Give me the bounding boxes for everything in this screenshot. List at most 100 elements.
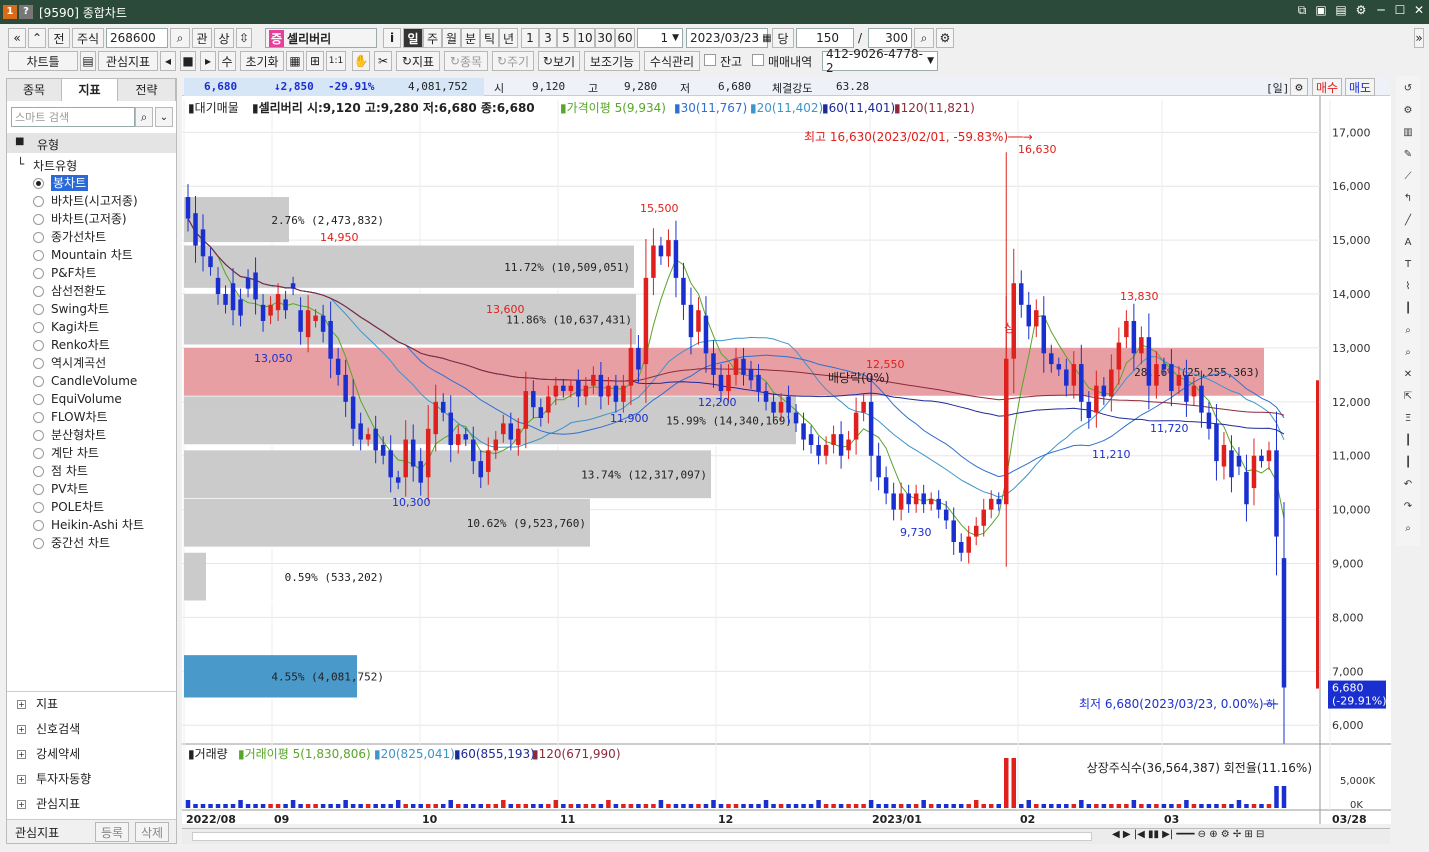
price-chart[interactable]: 17,000 16,000 15,000 14,000 13,000 12,000 11,0…: [182, 96, 1391, 824]
chart-type-item[interactable]: Heikin-Ashi 차트: [51, 517, 144, 533]
gear-icon[interactable]: ⚙: [936, 28, 954, 48]
su-button[interactable]: 수: [218, 51, 236, 71]
chart-type-radio[interactable]: [33, 358, 44, 369]
indicator-button[interactable]: ↻ 지표: [396, 51, 440, 71]
drawing-tool-icon[interactable]: ✕: [1398, 366, 1418, 384]
chart-type-radio[interactable]: [33, 178, 44, 189]
chart-type-item[interactable]: CandleVolume: [51, 373, 137, 389]
stock-name-field[interactable]: 증 셀리버리: [265, 28, 377, 48]
zoom-icon[interactable]: ⌕: [914, 28, 934, 48]
account-select[interactable]: 412-9026-4778-2 ▼: [822, 47, 938, 75]
first-button[interactable]: «: [8, 28, 26, 48]
chart-type-item[interactable]: POLE차트: [51, 499, 104, 515]
settings-icon[interactable]: ⚙: [1352, 3, 1370, 17]
trade-history-checkbox[interactable]: [752, 54, 764, 66]
stop-icon[interactable]: ■: [180, 51, 196, 71]
chart-type-item[interactable]: 계단 차트: [51, 445, 99, 461]
drawing-tool-icon[interactable]: ↶: [1398, 476, 1418, 494]
num-30[interactable]: 30: [595, 28, 615, 48]
buy-button[interactable]: 매수: [1312, 78, 1342, 96]
chart-type-radio[interactable]: [33, 394, 44, 405]
formula-button[interactable]: 수식관리: [644, 51, 700, 71]
tab-stock[interactable]: 종목: [7, 79, 62, 101]
chart-type-item[interactable]: 바차트(고저종): [51, 211, 127, 227]
section-item[interactable]: + 신호검색: [17, 720, 80, 737]
dropdown-icon[interactable]: ⌄: [155, 107, 173, 127]
chart-type-item[interactable]: Mountain 차트: [51, 247, 133, 263]
balance-checkbox[interactable]: [704, 54, 716, 66]
updown-icon[interactable]: ⇳: [236, 28, 252, 48]
chart-type-radio[interactable]: [33, 286, 44, 297]
expand-icon[interactable]: +: [17, 725, 26, 734]
scissors-icon[interactable]: ✂: [374, 51, 392, 71]
chart-type-radio[interactable]: [33, 520, 44, 531]
search-icon[interactable]: ⌕: [135, 107, 153, 127]
gwan-button[interactable]: 관: [192, 28, 212, 48]
chart-type-item[interactable]: 중간선 차트: [51, 535, 110, 551]
chart-type-radio[interactable]: [33, 214, 44, 225]
period-button[interactable]: ↻ 주기: [492, 51, 534, 71]
chart-type-item[interactable]: 종가선차트: [51, 229, 106, 245]
drawing-tool-icon[interactable]: ⟋: [1398, 168, 1418, 186]
next-icon[interactable]: ▸: [200, 51, 216, 71]
chart-type-radio[interactable]: [33, 538, 44, 549]
search-icon[interactable]: ⌕: [170, 28, 190, 48]
info-button[interactable]: i: [383, 28, 401, 48]
calendar-icon[interactable]: ▦: [762, 33, 771, 44]
num-3[interactable]: 3: [539, 28, 557, 48]
settings-icon[interactable]: ⚙: [1290, 78, 1308, 96]
drawing-tool-icon[interactable]: ↰: [1398, 190, 1418, 208]
chart-type-radio[interactable]: [33, 232, 44, 243]
chart-type-item[interactable]: Kagi차트: [51, 319, 99, 335]
chart-type-item[interactable]: P&F차트: [51, 265, 97, 281]
aux-button[interactable]: 보조기능: [584, 51, 640, 71]
help-icon[interactable]: ?: [19, 5, 33, 19]
chart-type-radio[interactable]: [33, 412, 44, 423]
close-button[interactable]: ✕: [1410, 3, 1428, 17]
smart-search-input[interactable]: 스마트 검색: [11, 107, 135, 127]
num-5[interactable]: 5: [557, 28, 575, 48]
date-input[interactable]: 2023/03/23 ▦: [686, 28, 772, 48]
drawing-tool-icon[interactable]: A: [1398, 234, 1418, 252]
tab-strategy[interactable]: 전략: [118, 79, 176, 101]
period-week[interactable]: 주: [423, 28, 442, 48]
chart-type-radio[interactable]: [33, 466, 44, 477]
chart-type-item[interactable]: PV차트: [51, 481, 89, 497]
chart-type-item[interactable]: 역시계곡선: [51, 355, 106, 371]
dang-button[interactable]: 당: [772, 28, 794, 48]
drawing-tool-icon[interactable]: ⇱: [1398, 388, 1418, 406]
expand-icon[interactable]: +: [17, 775, 26, 784]
period-day[interactable]: 일: [403, 28, 423, 48]
period-minute[interactable]: 분: [461, 28, 480, 48]
chart-type-item[interactable]: 바차트(시고저종): [51, 193, 138, 209]
scroll-controls[interactable]: ◀ ▶ |◀ ▮▮ ▶| ━━━ ⊖ ⊕ ⚙ ✢ ⊞ ⊟: [1112, 829, 1264, 840]
market-select[interactable]: 주식: [72, 28, 104, 48]
drawing-tool-icon[interactable]: ▥: [1398, 124, 1418, 142]
expand-icon[interactable]: »: [1414, 28, 1424, 48]
drawing-tool-icon[interactable]: ⌕: [1398, 344, 1418, 362]
period-tick[interactable]: 틱: [480, 28, 499, 48]
period-month[interactable]: 월: [442, 28, 461, 48]
screen-icon[interactable]: ▣: [1312, 3, 1330, 17]
chart-type-radio[interactable]: [33, 484, 44, 495]
chart-type-radio[interactable]: [33, 448, 44, 459]
table-icon[interactable]: ▦: [286, 51, 304, 71]
minimize-button[interactable]: ─: [1372, 3, 1390, 17]
scrollbar[interactable]: ◀ ▶ |◀ ▮▮ ▶| ━━━ ⊖ ⊕ ⚙ ✢ ⊞ ⊟: [182, 828, 1390, 844]
bars-input[interactable]: 150: [796, 28, 854, 48]
expand-icon[interactable]: +: [17, 800, 26, 809]
section-item[interactable]: + 관심지표: [17, 795, 80, 812]
expand-icon[interactable]: +: [17, 700, 26, 709]
drawing-tool-icon[interactable]: ⚙: [1398, 102, 1418, 120]
drawing-tool-icon[interactable]: T: [1398, 256, 1418, 274]
chart-type-radio[interactable]: [33, 340, 44, 351]
section-item[interactable]: + 지표: [17, 695, 58, 712]
register-button[interactable]: 등록: [95, 822, 129, 842]
drawing-tool-icon[interactable]: ┃: [1398, 454, 1418, 472]
chart-type-item[interactable]: 삼선전환도: [51, 283, 106, 299]
group-header[interactable]: ■ 유형: [7, 133, 176, 153]
scroll-track[interactable]: [192, 832, 1092, 841]
drawing-tool-icon[interactable]: ✎: [1398, 146, 1418, 164]
count-select[interactable]: 1 ▼: [637, 28, 683, 48]
drawing-tool-icon[interactable]: ⌕: [1398, 322, 1418, 340]
